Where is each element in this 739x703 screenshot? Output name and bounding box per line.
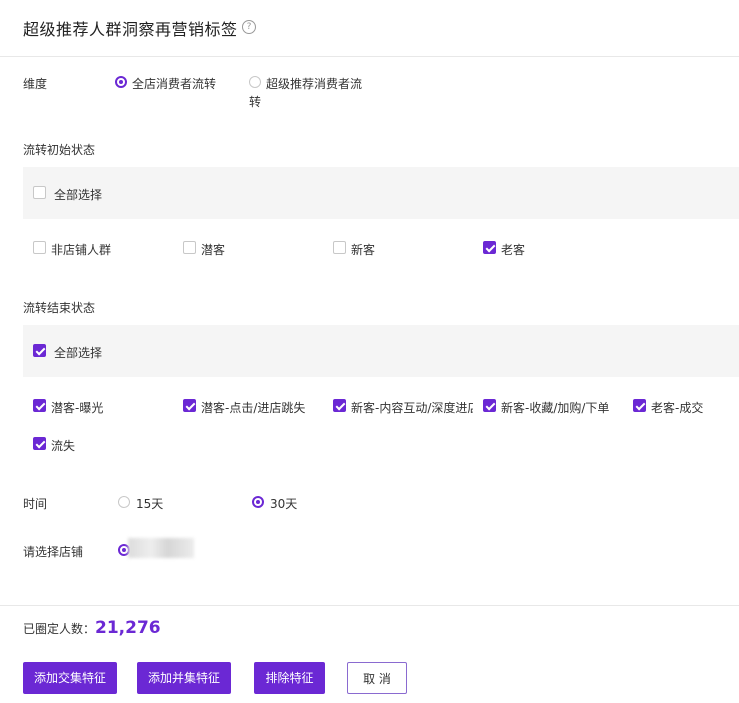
end-select-all-band — [23, 325, 739, 377]
exclude-feature-button[interactable]: 排除特征 — [254, 662, 325, 694]
end-item-label: 流失 — [51, 439, 76, 453]
cancel-button[interactable]: 取 消 — [347, 662, 407, 694]
start-item-non-store[interactable]: 非店铺人群 — [33, 241, 133, 257]
dimension-option-super[interactable]: 超级推荐消费者流 转 — [249, 75, 379, 109]
audience-count-label: 已圈定人数： — [23, 622, 96, 636]
checkbox-icon[interactable] — [33, 186, 46, 199]
start-item-label: 老客 — [501, 243, 526, 257]
end-item-label: 新客-收藏/加购/下单 — [501, 401, 610, 415]
end-item-old-deal[interactable]: 老客-成交 — [633, 399, 733, 415]
start-state-label: 流转初始状态 — [23, 143, 96, 157]
radio-icon[interactable] — [115, 76, 127, 88]
radio-icon[interactable] — [118, 496, 130, 508]
checkbox-icon[interactable] — [483, 399, 496, 412]
checkbox-icon[interactable] — [183, 241, 196, 254]
help-icon[interactable]: ? — [242, 20, 256, 34]
end-item-new-interact[interactable]: 新客-内容互动/深度进店 — [333, 399, 473, 415]
dimension-option-label-wrap: 转 — [249, 95, 262, 109]
time-option-30[interactable]: 30天 — [252, 495, 312, 511]
end-state-label: 流转结束状态 — [23, 301, 96, 315]
start-item-label: 潜客 — [201, 243, 226, 257]
start-item-old[interactable]: 老客 — [483, 241, 543, 257]
checkbox-icon[interactable] — [183, 399, 196, 412]
start-item-potential[interactable]: 潜客 — [183, 241, 243, 257]
time-option-label: 15天 — [136, 497, 164, 511]
dimension-option-store[interactable]: 全店消费者流转 — [115, 75, 235, 91]
radio-icon[interactable] — [252, 496, 264, 508]
time-option-label: 30天 — [270, 497, 298, 511]
time-label: 时间 — [23, 497, 48, 511]
store-name-redacted — [128, 538, 194, 558]
start-select-all[interactable]: 全部选择 — [33, 186, 113, 202]
add-union-button[interactable]: 添加并集特征 — [137, 662, 231, 694]
audience-count: 已圈定人数：21,276 — [23, 618, 161, 638]
add-intersection-button[interactable]: 添加交集特征 — [23, 662, 117, 694]
end-select-all[interactable]: 全部选择 — [33, 344, 113, 360]
end-item-potential-click[interactable]: 潜客-点击/进店跳失 — [183, 399, 323, 415]
audience-count-value: 21,276 — [95, 618, 161, 638]
checkbox-icon[interactable] — [333, 399, 346, 412]
checkbox-icon[interactable] — [33, 241, 46, 254]
checkbox-icon[interactable] — [483, 241, 496, 254]
time-option-15[interactable]: 15天 — [118, 495, 178, 511]
start-item-new[interactable]: 新客 — [333, 241, 393, 257]
dimension-label: 维度 — [23, 77, 48, 91]
end-select-all-label: 全部选择 — [54, 346, 103, 360]
checkbox-icon[interactable] — [33, 437, 46, 450]
start-item-label: 新客 — [351, 243, 376, 257]
end-item-label: 老客-成交 — [651, 401, 704, 415]
end-item-label: 潜客-点击/进店跳失 — [201, 401, 306, 415]
radio-icon[interactable] — [249, 76, 261, 88]
header-divider — [0, 56, 739, 57]
start-item-label: 非店铺人群 — [51, 243, 112, 257]
start-select-all-label: 全部选择 — [54, 188, 103, 202]
start-select-all-band — [23, 167, 739, 219]
checkbox-icon[interactable] — [33, 344, 46, 357]
store-label: 请选择店铺 — [23, 545, 84, 559]
dimension-option-label: 全店消费者流转 — [132, 77, 217, 91]
end-item-potential-exposure[interactable]: 潜客-曝光 — [33, 399, 173, 415]
end-item-label: 潜客-曝光 — [51, 401, 104, 415]
footer-divider — [0, 605, 739, 606]
checkbox-icon[interactable] — [333, 241, 346, 254]
end-item-churn[interactable]: 流失 — [33, 437, 113, 453]
dimension-option-label: 超级推荐消费者流 — [266, 77, 363, 91]
checkbox-icon[interactable] — [633, 399, 646, 412]
end-item-new-cart[interactable]: 新客-收藏/加购/下单 — [483, 399, 623, 415]
checkbox-icon[interactable] — [33, 399, 46, 412]
end-item-label: 新客-内容互动/深度进店 — [351, 401, 473, 415]
page-title: 超级推荐人群洞察再营销标签 — [23, 20, 238, 39]
